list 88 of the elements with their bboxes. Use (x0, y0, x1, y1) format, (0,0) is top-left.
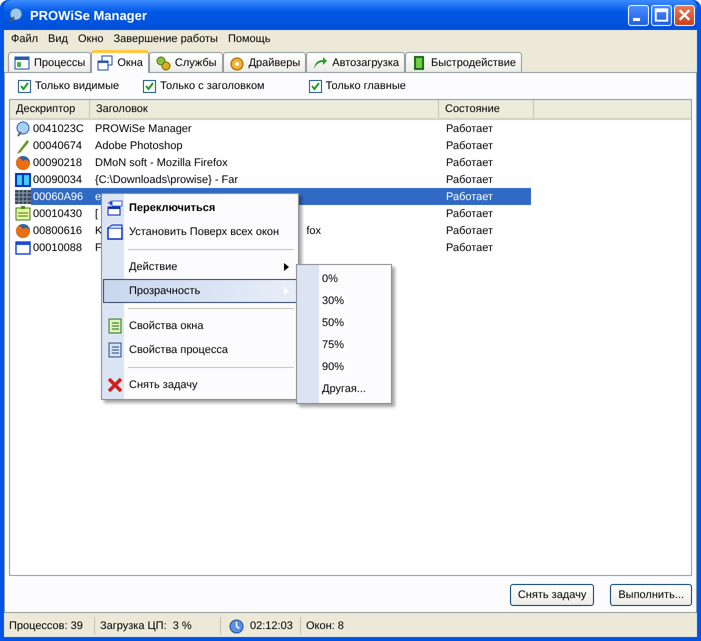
window-icon (15, 240, 31, 256)
minimize-icon (632, 18, 640, 20)
pen-icon (15, 138, 31, 154)
column-header[interactable]: Дескриптор (10, 100, 90, 118)
menu-item[interactable]: 50% (297, 312, 391, 334)
window-title: PROWiSe Manager (30, 8, 148, 22)
tab[interactable]: Драйверы (222, 52, 306, 72)
close-button[interactable] (674, 4, 695, 26)
maximize-button[interactable] (651, 4, 672, 26)
table-cell-text: Работает (446, 190, 494, 202)
table-cell: [ (95, 208, 98, 220)
checkbox[interactable] (308, 80, 322, 92)
minimize-button[interactable] (628, 4, 649, 26)
status-text: Загрузка ЦП: 3 % (95, 617, 221, 635)
switch-window-icon (107, 200, 123, 216)
table-cell: {C:\Downloads\prowise} - Far (95, 174, 238, 186)
menu-item[interactable]: Окно (72, 33, 109, 45)
checkbox-label: Только видимые (35, 80, 120, 92)
action-button[interactable]: Выполнить... (610, 584, 692, 606)
arrow-icon (312, 54, 328, 70)
column-header[interactable]: Состояние (439, 100, 534, 118)
menu-item[interactable]: Завершение работы (108, 33, 223, 45)
table-cell: DMoN soft - Mozilla Firefox (95, 156, 228, 168)
table-cell-text: Работает (446, 174, 494, 186)
close-icon (107, 377, 123, 393)
table-cell-text: Работает (446, 224, 494, 236)
menu-item[interactable]: Свойства процесса (103, 338, 297, 362)
table-cell-text: Работает (446, 208, 494, 220)
pattern-icon (15, 188, 31, 204)
status-text: 02:12:03 (250, 620, 293, 632)
status-text: Процессов: 39 (4, 617, 95, 635)
app-icon (8, 7, 24, 23)
window-icon (107, 224, 123, 240)
table-cell[interactable]: 00040674 (31, 140, 95, 152)
table-cell-text: Работает (446, 242, 494, 254)
list-icon (107, 318, 123, 334)
table-cell[interactable]: 00090218 (31, 156, 95, 168)
table-cell[interactable]: 0041023C (31, 122, 95, 134)
menu-item[interactable]: Вид (43, 33, 73, 45)
table-cell[interactable]: 00060A96 (31, 190, 95, 202)
table-cell-text: Работает (446, 140, 494, 152)
clock-icon (229, 618, 244, 634)
panels-icon (15, 172, 31, 188)
menu-item[interactable]: Действие (103, 255, 297, 279)
tab[interactable]: Быстродействие (405, 52, 522, 72)
menu-item[interactable]: Переключиться (103, 196, 297, 220)
submenu-arrow-icon (284, 263, 290, 271)
menu-item[interactable]: Файл (6, 33, 44, 45)
menu-item[interactable]: 30% (297, 290, 391, 312)
window-icon (15, 206, 31, 222)
menu-item[interactable]: 90% (297, 356, 391, 378)
menu-item[interactable]: Снять задачу (103, 373, 297, 397)
menu-item[interactable]: Установить Поверх всех окон (103, 220, 297, 244)
table-cell-text: Работает (446, 122, 494, 134)
window-icon (14, 54, 30, 70)
table-cell: e (95, 190, 102, 202)
list-icon (107, 342, 123, 358)
table-cell[interactable]: 00090034 (31, 174, 95, 186)
table-cell: PROWiSe Manager (95, 122, 192, 134)
tab[interactable]: Автозагрузка (306, 52, 406, 72)
menu-item[interactable]: Помощь (222, 33, 276, 45)
checkbox[interactable] (143, 80, 156, 92)
menu-item[interactable]: Свойства окна (103, 314, 297, 338)
status-text: Окон: 8 (305, 619, 345, 634)
menu-item[interactable]: Другая... (297, 378, 391, 400)
table-cell: F (95, 242, 102, 254)
fox-globe-icon (15, 222, 31, 238)
column-header[interactable]: Заголовок (90, 100, 439, 118)
tab[interactable]: Процессы (8, 52, 92, 72)
globe-icon (15, 120, 31, 136)
window-icon (97, 55, 114, 71)
submenu-arrow-icon (284, 287, 290, 295)
table-cell[interactable]: 00800616 (31, 224, 95, 236)
checkbox-label: Только с заголовком (160, 80, 265, 92)
menu-item[interactable]: 75% (297, 334, 391, 356)
tab[interactable]: Службы (148, 52, 223, 72)
menu-item[interactable]: Прозрачность (103, 279, 297, 303)
table-cell[interactable]: 00010430 (31, 208, 95, 220)
action-button[interactable]: Снять задачу (510, 584, 594, 606)
tab[interactable]: Окна (91, 50, 149, 73)
checkbox[interactable] (18, 80, 31, 92)
table-cell: Adobe Photoshop (95, 140, 182, 152)
table-cell[interactable]: 00010088 (31, 242, 95, 254)
table-cell: fox (306, 224, 322, 236)
fox-globe-icon (15, 154, 31, 170)
menu-item[interactable]: 0% (297, 268, 391, 290)
table-cell-text: Работает (446, 156, 494, 168)
checkbox-label: Только главные (326, 80, 406, 92)
